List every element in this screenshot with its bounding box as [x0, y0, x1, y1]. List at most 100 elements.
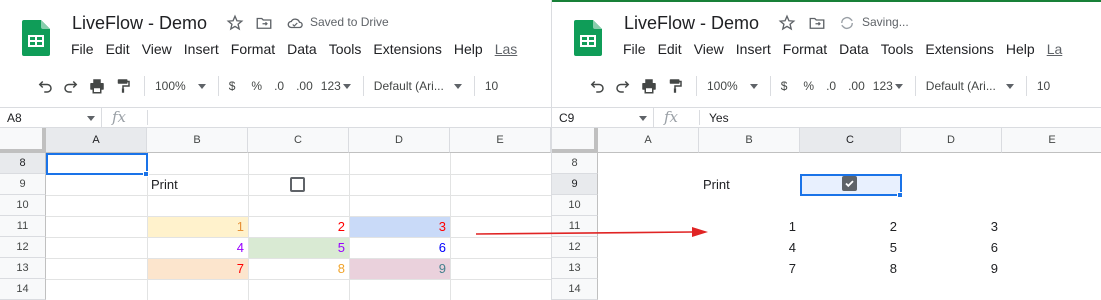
cell-value[interactable]: 1	[147, 216, 248, 237]
cell-print-label[interactable]: Print	[147, 174, 248, 195]
undo-button[interactable]	[36, 74, 54, 98]
currency-format-button[interactable]: $	[781, 74, 788, 98]
percent-format-button[interactable]: %	[803, 74, 814, 98]
row-header-11[interactable]: 11	[552, 216, 598, 237]
formula-input[interactable]: Yes	[709, 111, 729, 125]
menu-help[interactable]: Help	[1006, 41, 1035, 61]
cell-print-label[interactable]: Print	[699, 174, 800, 195]
currency-format-button[interactable]: $	[229, 74, 236, 98]
cell-value[interactable]: 8	[248, 258, 349, 279]
cell-value[interactable]: 8	[800, 258, 901, 279]
document-title[interactable]: LiveFlow - Demo	[624, 13, 759, 34]
percent-format-button[interactable]: %	[251, 74, 262, 98]
cell-value[interactable]: 3	[349, 216, 450, 237]
row-header-12[interactable]: 12	[0, 237, 46, 258]
menu-file[interactable]: File	[623, 41, 646, 61]
sheet-grid[interactable]: A B C D E 8 9 10 11 12 13 14 Print 1 2 3…	[552, 128, 1101, 300]
select-all-corner[interactable]	[0, 128, 46, 153]
row-header-10[interactable]: 10	[552, 195, 598, 216]
zoom-select[interactable]: 100%	[707, 74, 758, 98]
sheets-logo-icon[interactable]	[574, 20, 602, 56]
row-header-10[interactable]: 10	[0, 195, 46, 216]
active-cell-selection[interactable]	[800, 174, 902, 196]
cell-value[interactable]: 5	[800, 237, 901, 258]
print-button[interactable]	[640, 74, 658, 98]
row-header-13[interactable]: 13	[552, 258, 598, 279]
cell-value[interactable]: 6	[901, 237, 1002, 258]
font-size-input[interactable]: 10	[1037, 74, 1050, 98]
menu-extensions[interactable]: Extensions	[373, 41, 441, 61]
decrease-decimal-button[interactable]: .0	[826, 74, 836, 98]
menu-tools[interactable]: Tools	[329, 41, 362, 61]
column-header-e[interactable]: E	[450, 128, 551, 153]
row-header-9[interactable]: 9	[0, 174, 46, 195]
redo-button[interactable]	[614, 74, 632, 98]
column-header-a[interactable]: A	[46, 128, 147, 153]
select-all-corner[interactable]	[552, 128, 598, 153]
row-header-9[interactable]: 9	[552, 174, 598, 195]
menu-file[interactable]: File	[71, 41, 94, 61]
last-edit-link[interactable]: Las	[495, 41, 518, 61]
column-header-e[interactable]: E	[1002, 128, 1101, 153]
cell-value[interactable]: 7	[147, 258, 248, 279]
cell-value[interactable]: 7	[699, 258, 800, 279]
row-header-11[interactable]: 11	[0, 216, 46, 237]
star-icon[interactable]	[778, 14, 796, 32]
decrease-decimal-button[interactable]: .0	[274, 74, 284, 98]
cell-value[interactable]: 3	[901, 216, 1002, 237]
active-cell-selection[interactable]	[46, 153, 148, 175]
fill-handle[interactable]	[897, 192, 903, 198]
row-header-12[interactable]: 12	[552, 237, 598, 258]
cell-value[interactable]: 1	[699, 216, 800, 237]
print-button[interactable]	[88, 74, 106, 98]
paint-format-button[interactable]	[666, 74, 684, 98]
cell-value[interactable]: 2	[248, 216, 349, 237]
menu-tools[interactable]: Tools	[881, 41, 914, 61]
font-select[interactable]: Default (Ari...	[926, 74, 1014, 98]
menu-edit[interactable]: Edit	[658, 41, 682, 61]
redo-button[interactable]	[62, 74, 80, 98]
menu-insert[interactable]: Insert	[736, 41, 771, 61]
sheets-logo-icon[interactable]	[22, 20, 50, 56]
menu-insert[interactable]: Insert	[184, 41, 219, 61]
column-header-b[interactable]: B	[147, 128, 248, 153]
font-size-input[interactable]: 10	[485, 74, 498, 98]
cloud-saved-icon[interactable]	[286, 14, 304, 32]
zoom-select[interactable]: 100%	[155, 74, 206, 98]
more-formats-button[interactable]: 123	[873, 74, 903, 98]
increase-decimal-button[interactable]: .00	[848, 74, 865, 98]
menu-help[interactable]: Help	[454, 41, 483, 61]
column-header-d[interactable]: D	[349, 128, 450, 153]
more-formats-button[interactable]: 123	[321, 74, 351, 98]
menu-view[interactable]: View	[694, 41, 724, 61]
increase-decimal-button[interactable]: .00	[296, 74, 313, 98]
document-title[interactable]: LiveFlow - Demo	[72, 13, 207, 34]
menu-data[interactable]: Data	[839, 41, 869, 61]
cell-value[interactable]: 9	[901, 258, 1002, 279]
column-header-d[interactable]: D	[901, 128, 1002, 153]
menu-format[interactable]: Format	[231, 41, 275, 61]
row-header-14[interactable]: 14	[552, 279, 598, 300]
sheet-grid[interactable]: A B C D E 8 9 10 11 12 13 14 Print 1 2 3…	[0, 128, 551, 300]
menu-data[interactable]: Data	[287, 41, 317, 61]
column-header-b[interactable]: B	[699, 128, 800, 153]
row-header-8[interactable]: 8	[0, 153, 46, 174]
column-header-c[interactable]: C	[800, 128, 901, 153]
row-header-8[interactable]: 8	[552, 153, 598, 174]
menu-format[interactable]: Format	[783, 41, 827, 61]
row-header-14[interactable]: 14	[0, 279, 46, 300]
row-header-13[interactable]: 13	[0, 258, 46, 279]
cell-value[interactable]: 4	[699, 237, 800, 258]
move-folder-icon[interactable]	[808, 14, 826, 32]
cell-value[interactable]: 9	[349, 258, 450, 279]
cell-value[interactable]: 4	[147, 237, 248, 258]
font-select[interactable]: Default (Ari...	[374, 74, 462, 98]
column-header-a[interactable]: A	[598, 128, 699, 153]
move-folder-icon[interactable]	[255, 14, 273, 32]
menu-extensions[interactable]: Extensions	[925, 41, 993, 61]
menu-view[interactable]: View	[142, 41, 172, 61]
paint-format-button[interactable]	[114, 74, 132, 98]
name-box[interactable]: C9	[552, 108, 654, 127]
cell-value[interactable]: 2	[800, 216, 901, 237]
print-checkbox[interactable]	[290, 177, 305, 192]
